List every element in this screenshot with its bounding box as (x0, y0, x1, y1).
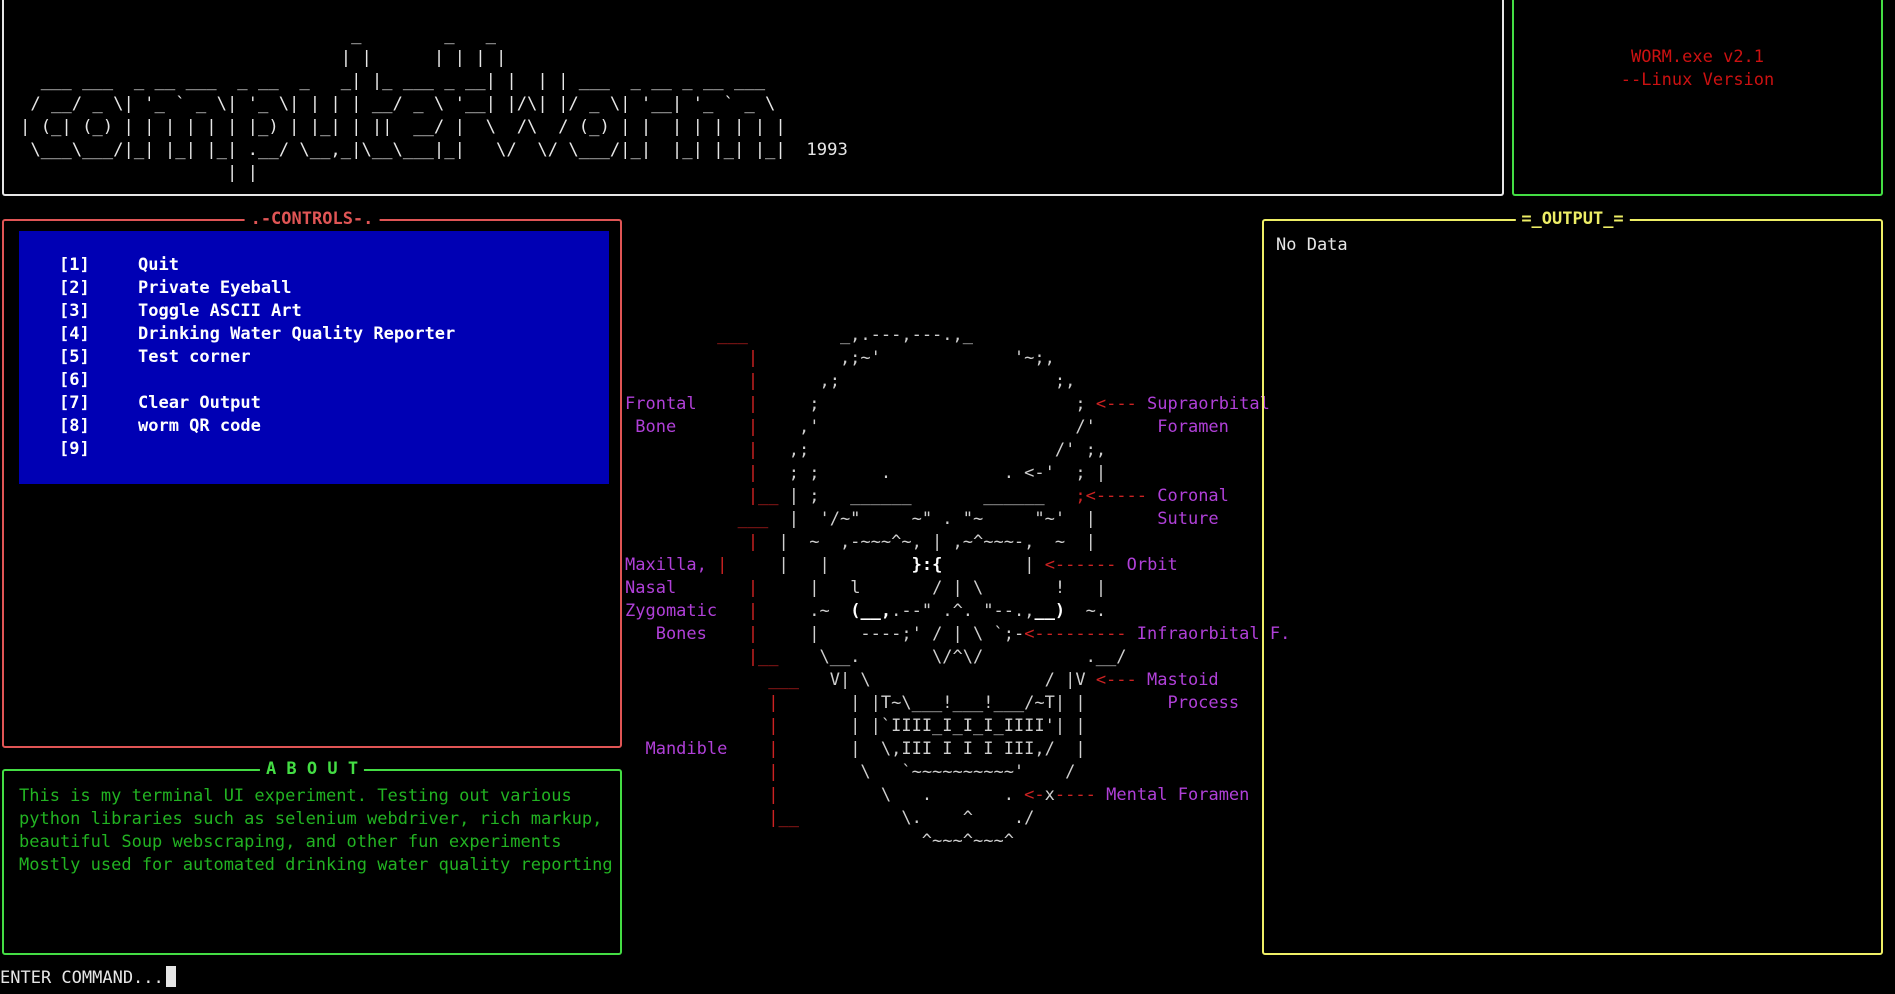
menu-item-toggle-ascii-art[interactable]: [3] Toggle ASCII Art (59, 300, 302, 323)
menu-key: [3] (59, 301, 90, 321)
about-line: python libraries such as selenium webdri… (19, 809, 603, 829)
output-text: No Data (1276, 235, 1348, 255)
label-maxilla: Maxilla, (625, 555, 707, 575)
about-panel: A B O U T This is my terminal UI experim… (2, 759, 622, 955)
about-title: A B O U T (259, 759, 365, 779)
menu-label: Drinking Water Quality Reporter (138, 324, 456, 344)
label-bone: Bone (625, 417, 677, 437)
output-title: =_OUTPUT_= (1515, 209, 1630, 229)
version-subtitle: --Linux Version (1620, 70, 1775, 90)
menu-item-private-eyeball[interactable]: [2] Private Eyeball (59, 277, 292, 300)
menu-key: [9] (59, 439, 90, 459)
controls-title: .-CONTROLS-. (244, 209, 380, 229)
menu-item-water-quality-reporter[interactable]: [4] Drinking Water Quality Reporter (59, 323, 455, 346)
version-title: WORM.exe v2.1 (1630, 47, 1765, 67)
text-cursor (165, 966, 176, 987)
skull-ascii-art: ___ _,.---,---.,_ | ,;~' '~;, | ,; ;, Fr… (625, 325, 1291, 851)
label-mandible: Mandible (625, 739, 728, 759)
menu-item-clear-output[interactable]: [7] Clear Output (59, 392, 261, 415)
menu-key: [4] (59, 324, 90, 344)
controls-panel: .-CONTROLS-. [1] Quit [2] Private Eyeball … (2, 209, 622, 748)
menu-key: [1] (59, 255, 90, 275)
ascii-banner: _ _ _ | | | | | | ___ ___ _ __ ___ _ __ … (20, 25, 848, 183)
label-bones: Bones (625, 624, 707, 644)
label-coronal: Coronal (1157, 486, 1229, 506)
menu-item-quit[interactable]: [1] Quit (59, 254, 179, 277)
about-line: beautiful Soup webscraping, and other fu… (19, 832, 562, 852)
menu-item-worm-qr-code[interactable]: [8] worm QR code (59, 415, 261, 438)
controls-menu: [1] Quit [2] Private Eyeball [3] Toggle ASC… (19, 231, 609, 484)
label-orbit: Orbit (1126, 555, 1178, 575)
menu-label: Clear Output (138, 393, 261, 413)
label-zygomatic: Zygomatic (625, 601, 718, 621)
menu-label: Test corner (138, 347, 251, 367)
label-nasal: Nasal (625, 578, 677, 598)
menu-key: [2] (59, 278, 90, 298)
label-suture: Suture (1157, 509, 1219, 529)
output-panel: =_OUTPUT_= No Data (1262, 209, 1883, 955)
command-line[interactable]: ENTER COMMAND... (0, 966, 176, 990)
command-prompt: ENTER COMMAND... (0, 968, 164, 988)
menu-key: [7] (59, 393, 90, 413)
label-frontal: Frontal (625, 394, 697, 414)
label-supraorbital: Supraorbital (1147, 394, 1270, 414)
banner-panel: _ _ _ | | | | | | ___ ___ _ __ ___ _ __ … (2, 0, 1504, 196)
label-foramen: Foramen (1157, 417, 1229, 437)
menu-label: Private Eyeball (138, 278, 292, 298)
menu-key: [8] (59, 416, 90, 436)
menu-label: Quit (138, 255, 179, 275)
menu-label: worm QR code (138, 416, 261, 436)
label-process: Process (1167, 693, 1240, 713)
about-line: Mostly used for automated drinking water… (19, 855, 613, 875)
menu-key: [5] (59, 347, 90, 367)
menu-key: [6] (59, 370, 90, 390)
label-mastoid: Mastoid (1147, 670, 1219, 690)
about-line: This is my terminal UI experiment. Testi… (19, 786, 572, 806)
menu-item-6[interactable]: [6] (59, 369, 138, 392)
version-panel: WORM.exe v2.1 --Linux Version (1512, 0, 1883, 196)
menu-item-9[interactable]: [9] (59, 438, 138, 461)
menu-label: Toggle ASCII Art (138, 301, 302, 321)
menu-item-test-corner[interactable]: [5] Test corner (59, 346, 251, 369)
label-mental-foramen: Mental Foramen (1106, 785, 1250, 805)
